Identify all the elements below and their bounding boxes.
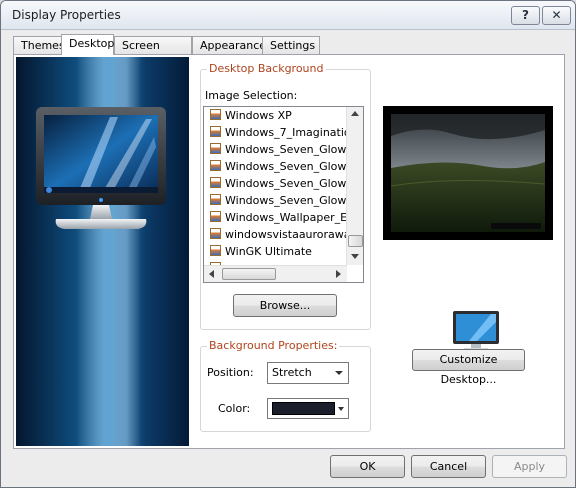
tab-screen-saver[interactable]: Screen Saver [114,36,192,69]
chevron-down-icon [338,407,344,411]
tab-desktop[interactable]: Desktop [61,34,114,55]
list-item[interactable]: Windows_7_Imagination_ [210,125,363,141]
apply-button[interactable]: Apply [492,455,567,478]
desktop-tab-panel: Desktop Background Image Selection: Wind… [13,54,565,449]
color-label: Color: [218,402,251,415]
landscape-wallpaper-image [390,114,546,232]
list-item[interactable]: Windows_Seven_Glow_ [210,159,352,175]
list-item[interactable]: Windows_Seven_Glow_ [210,142,352,158]
horizontal-scrollbar[interactable] [204,265,347,282]
image-file-icon [210,126,221,137]
image-file-icon [210,245,221,256]
image-file-icon [210,228,221,239]
browse-button[interactable]: Browse... [233,294,337,317]
monitor-icon [453,311,499,351]
background-properties-label: Background Properties: [207,339,340,352]
close-button[interactable]: ✕ [542,6,571,25]
image-selection-label: Image Selection: [205,89,298,102]
color-picker[interactable] [267,398,349,419]
list-item[interactable]: Windows_Seven_Glow_ [210,176,352,192]
list-item[interactable]: windowsvistaaurorawallpi [210,227,363,243]
scroll-down-icon[interactable] [351,254,359,259]
wallpaper-preview-thumbnail [383,106,553,240]
cancel-button[interactable]: Cancel [411,455,486,478]
tab-appearance[interactable]: Appearance [192,36,266,54]
scroll-right-icon[interactable] [336,270,341,278]
image-selection-list[interactable]: Windows XP Windows_7_Imagination_ Window… [203,106,364,283]
list-item[interactable]: Windows_Seven_Glow_ [210,193,352,209]
color-swatch [272,402,335,415]
vertical-scrollbar[interactable] [346,107,363,265]
chevron-down-icon [335,371,343,375]
image-file-icon [210,194,221,205]
display-properties-window: Display Properties ? ✕ Themes Desktop Sc… [0,0,576,488]
image-file-icon [210,177,221,188]
window-title: Display Properties [12,8,121,22]
customize-desktop-button[interactable]: Customize Desktop... [412,349,525,386]
image-file-icon [210,211,221,222]
list-item[interactable]: WinGK Ultimate [210,244,312,260]
preview-taskbar [491,223,541,229]
image-file-icon [210,160,221,171]
horizontal-scroll-thumb[interactable] [222,268,276,280]
close-icon: ✕ [551,8,562,22]
position-dropdown[interactable]: Stretch [267,362,349,384]
image-file-icon [210,109,221,120]
list-item[interactable]: Windows XP [210,108,292,124]
image-file-icon [210,143,221,154]
position-label: Position: [207,366,254,379]
ok-button[interactable]: OK [330,455,405,478]
tab-settings[interactable]: Settings [262,36,320,54]
help-icon: ? [522,8,529,22]
position-value: Stretch [272,366,312,379]
help-button[interactable]: ? [511,6,540,25]
desktop-background-label: Desktop Background [207,62,326,75]
desktop-preview [16,57,189,446]
title-bar[interactable]: Display Properties ? ✕ [1,1,575,30]
list-item[interactable]: Windows_Wallpaper_Edi [210,210,357,226]
scroll-thumb[interactable] [348,235,363,247]
background-properties-group: Background Properties: [200,339,371,432]
tab-themes[interactable]: Themes [13,36,67,54]
scroll-up-icon[interactable] [351,111,359,116]
scroll-left-icon[interactable] [209,270,214,278]
monitor-illustration [36,57,166,446]
